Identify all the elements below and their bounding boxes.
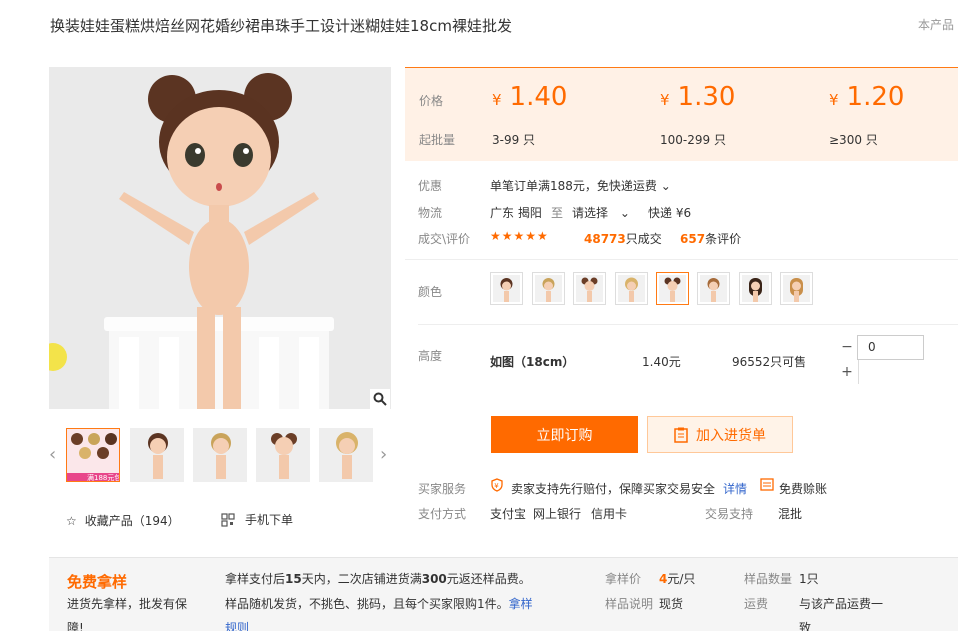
- trade-label: 交易支持: [705, 507, 754, 521]
- color-swatch-4[interactable]: [615, 272, 648, 305]
- chevron-down-icon: ⌄: [660, 179, 671, 193]
- free-sample-panel: 免费拿样 进货先拿样，批发有保 障! 拿样支付后15天内，二次店铺进货满300元…: [49, 557, 958, 631]
- decrement-button[interactable]: −: [836, 335, 858, 359]
- buy-now-button[interactable]: 立即订购: [491, 416, 638, 453]
- logistics-label: 物流: [418, 206, 443, 220]
- mobile-order-label: 手机下单: [245, 513, 294, 527]
- thumb-prev-icon[interactable]: ‹: [49, 444, 56, 465]
- sample-qty-value: 1只: [799, 572, 819, 586]
- color-label: 颜色: [418, 285, 443, 299]
- price-panel: 价格 起批量 ¥1.40 3-99 只 ¥1.30 100-299 只 ¥1.2…: [405, 67, 958, 161]
- tier-1-price: ¥1.40: [492, 82, 568, 112]
- product-title: 换装娃娃蛋糕烘焙丝网花婚纱裙串珠手工设计迷糊娃娃18cm裸娃批发: [50, 17, 512, 35]
- tier-3-price: ¥1.20: [829, 82, 905, 112]
- deals-count[interactable]: 48773只成交: [584, 230, 662, 247]
- to-text: 至: [551, 206, 564, 220]
- stepper-divider: [858, 360, 859, 384]
- service-label: 买家服务: [418, 482, 467, 496]
- thumbnail-2[interactable]: [130, 428, 184, 482]
- sample-desc-label: 样品说明: [605, 597, 654, 611]
- deals-label: 成交\评价: [418, 232, 471, 246]
- variant-price: 1.40元: [642, 355, 681, 369]
- pay-label: 支付方式: [418, 507, 467, 521]
- main-product-image[interactable]: [49, 67, 391, 409]
- sample-qty-label: 样品数量: [744, 572, 793, 586]
- freight-label: 运费: [744, 597, 769, 611]
- divider: [418, 324, 958, 325]
- color-swatch-3[interactable]: [573, 272, 606, 305]
- add-to-cart-button[interactable]: 加入进货单: [647, 416, 793, 453]
- sample-rule-line-2: 样品随机发货，不挑色、挑码，且每个买家限购1件。拿样: [225, 597, 533, 611]
- plus-icon: +: [841, 364, 853, 380]
- service-detail-link[interactable]: 详情: [723, 480, 747, 497]
- star-outline-icon: ☆: [66, 513, 77, 528]
- color-swatch-2[interactable]: [532, 272, 565, 305]
- thumbnail-1[interactable]: 满188元包: [66, 428, 120, 482]
- thumb-next-icon[interactable]: ›: [380, 444, 387, 465]
- credit-icon: [760, 477, 774, 494]
- tier-1-range: 3-99 只: [492, 133, 536, 147]
- price-label: 价格: [419, 94, 444, 108]
- sample-price-value: 4元/只: [659, 572, 696, 586]
- moq-label: 起批量: [419, 133, 456, 147]
- favorite-count: （194）: [132, 514, 180, 528]
- service-text: 卖家支持先行赔付，保障买家交易安全: [511, 482, 716, 496]
- free-sample-desc-2: 障!: [67, 621, 84, 631]
- tier-2-price: ¥1.30: [660, 82, 736, 112]
- thumb-badge: 满188元包: [87, 474, 120, 482]
- promo-label: 优惠: [418, 179, 443, 193]
- sample-price-label: 拿样价: [605, 572, 642, 586]
- zoom-icon[interactable]: [370, 389, 390, 409]
- variant-stock: 96552只可售: [732, 355, 807, 369]
- mobile-order-button[interactable]: 手机下单: [221, 511, 293, 528]
- increment-button[interactable]: +: [836, 360, 858, 384]
- color-swatch-7[interactable]: [739, 272, 772, 305]
- promo-dropdown[interactable]: 单笔订单满188元，免快递运费 ⌄: [490, 177, 671, 194]
- pay-method-alipay: 支付宝: [490, 507, 527, 521]
- favorite-label: 收藏产品: [84, 514, 133, 528]
- trade-value: 混批: [778, 507, 803, 521]
- tier-3-range: ≥300 只: [829, 133, 878, 147]
- pay-method-bank: 网上银行: [533, 507, 582, 521]
- reviews-count[interactable]: 657条评价: [680, 230, 741, 247]
- doll-illustration: [49, 67, 391, 409]
- free-sample-desc-1: 进货先拿样，批发有保: [67, 597, 188, 611]
- favorite-button[interactable]: ☆ 收藏产品（194）: [66, 512, 180, 529]
- thumbnail-5[interactable]: [319, 428, 373, 482]
- color-swatch-5-selected[interactable]: [656, 272, 689, 305]
- pay-method-credit: 信用卡: [591, 507, 628, 521]
- minus-icon: −: [841, 339, 853, 355]
- color-swatch-8[interactable]: [780, 272, 813, 305]
- free-credit-text: 免费赊账: [779, 482, 828, 496]
- height-label: 高度: [418, 349, 443, 363]
- freight-value-1: 与该产品运费一: [799, 597, 884, 611]
- destination-select[interactable]: 请选择 ⌄: [572, 204, 630, 221]
- svg-text:¥: ¥: [494, 482, 499, 490]
- free-sample-title: 免费拿样: [67, 573, 128, 591]
- color-swatch-6[interactable]: [697, 272, 730, 305]
- thumbnail-3[interactable]: [193, 428, 247, 482]
- shipping-fee: 快递 ¥6: [648, 206, 692, 220]
- origin-text: 广东 揭阳: [490, 206, 542, 220]
- qrcode-icon: [221, 512, 235, 527]
- shield-icon: ¥: [490, 478, 504, 495]
- chevron-down-icon: ⌄: [619, 206, 630, 220]
- rating-stars-icon: ★★★★★: [490, 229, 549, 243]
- color-swatch-1[interactable]: [490, 272, 523, 305]
- divider: [405, 259, 958, 260]
- sample-rule-line-1: 拿样支付后15天内，二次店铺进货满300元返还样品费。: [225, 572, 531, 586]
- thumbnail-4[interactable]: [256, 428, 310, 482]
- variant-name: 如图（18cm）: [490, 355, 575, 369]
- freight-value-2: 致: [799, 621, 812, 631]
- corner-note: 本产品: [918, 18, 955, 32]
- clipboard-icon: [674, 427, 688, 443]
- quantity-input[interactable]: 0: [857, 335, 924, 360]
- tier-2-range: 100-299 只: [660, 133, 726, 147]
- sample-rule-link-2[interactable]: 规则: [225, 616, 249, 631]
- sample-desc-value: 现货: [659, 597, 684, 611]
- sample-rule-link[interactable]: 拿样: [509, 597, 533, 611]
